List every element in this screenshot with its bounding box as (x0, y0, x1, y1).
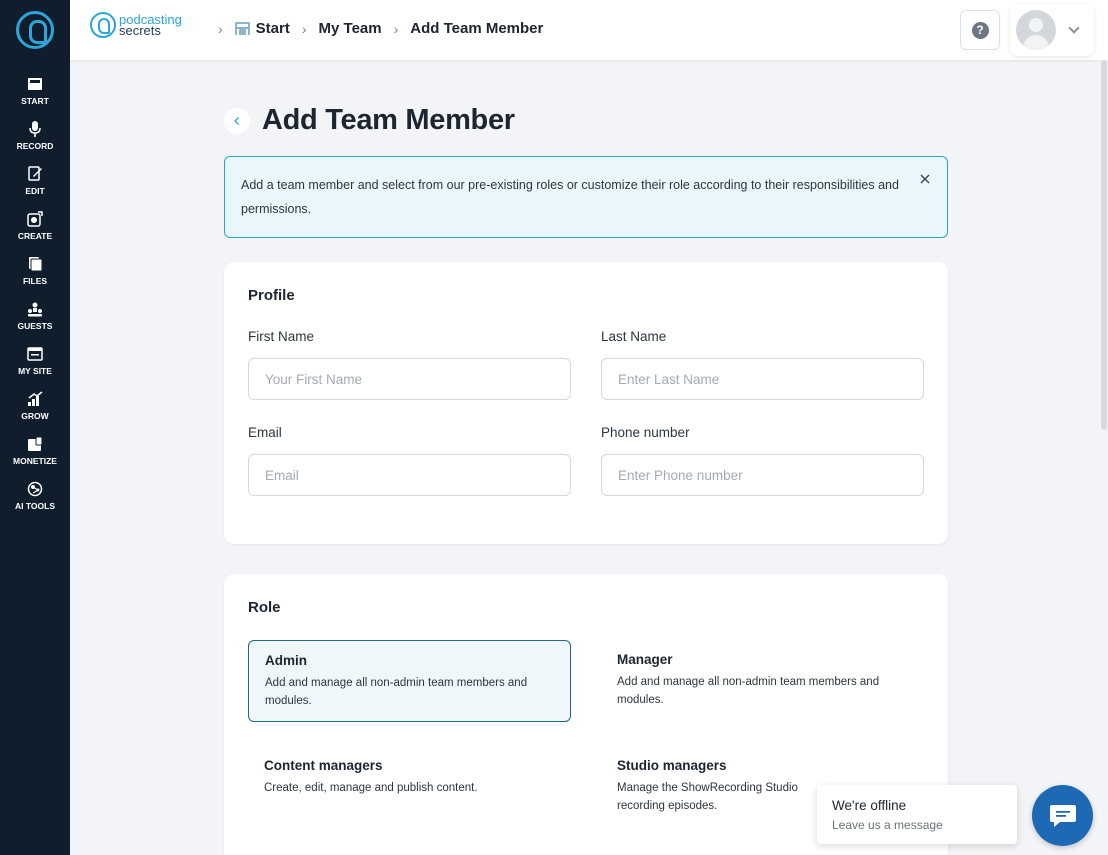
sidebar-item-label: START (21, 96, 49, 106)
first-name-input[interactable] (248, 358, 571, 400)
edit-icon (27, 166, 43, 182)
sidebar-item-edit[interactable]: EDIT (0, 164, 70, 209)
chat-offline-bubble[interactable]: We're offline Leave us a message (817, 785, 1017, 844)
last-name-label: Last Name (601, 329, 667, 344)
microphone-icon (27, 121, 43, 137)
breadcrumb-start-label: Start (255, 20, 290, 37)
role-description: Add and manage all non-admin team member… (265, 677, 528, 707)
breadcrumb-start[interactable]: Start (234, 20, 290, 37)
sidebar-item-label: MY SITE (18, 366, 52, 376)
profile-title: Profile (248, 287, 295, 304)
sidebar-nav: START RECORD EDIT CREATE FILES GUESTS MY… (0, 74, 70, 524)
sidebar-item-monetize[interactable]: MONETIZE (0, 434, 70, 479)
monetize-icon (27, 436, 43, 452)
app-logo-icon[interactable] (16, 11, 54, 49)
sidebar-item-label: CREATE (17, 231, 53, 241)
sidebar-item-label: FILES (22, 276, 48, 286)
sidebar-item-label: GUESTS (17, 321, 53, 331)
my-site-icon (27, 346, 43, 362)
email-input[interactable] (248, 454, 571, 496)
phone-label: Phone number (601, 425, 690, 440)
start-icon (27, 76, 43, 92)
sidebar-item-label: AI TOOLS (15, 501, 55, 511)
chat-launcher-button[interactable] (1032, 785, 1093, 846)
breadcrumb-chevron-icon: › (301, 20, 307, 37)
create-icon (27, 211, 43, 227)
sidebar-item-record[interactable]: RECORD (0, 119, 70, 164)
role-option-content-managers[interactable]: Content managers Create, edit, manage an… (248, 746, 571, 828)
help-icon: ? (971, 21, 989, 39)
close-icon[interactable] (917, 171, 933, 187)
role-name: Studio managers (617, 758, 727, 773)
breadcrumb-chevron-icon: › (218, 20, 223, 37)
help-button[interactable]: ? (960, 10, 1000, 50)
sidebar-item-label: RECORD (16, 141, 54, 151)
sidebar-item-label: MONETIZE (13, 456, 57, 466)
role-name: Manager (617, 652, 673, 667)
role-description: Create, edit, manage and publish content… (264, 782, 478, 794)
sidebar-item-files[interactable]: FILES (0, 254, 70, 299)
sidebar-item-label: EDIT (25, 186, 45, 196)
sidebar-item-grow[interactable]: GROW (0, 389, 70, 434)
breadcrumb-chevron-icon: › (393, 20, 399, 37)
role-description: Add and manage all non-admin team member… (617, 676, 880, 706)
brand-text: podcasting secrets (119, 13, 182, 37)
chevron-down-icon (1068, 22, 1080, 34)
sidebar-item-start[interactable]: START (0, 74, 70, 119)
start-icon (234, 22, 250, 35)
sidebar-item-ai-tools[interactable]: AI TOOLS (0, 479, 70, 524)
sidebar-item-label: GROW (21, 411, 49, 421)
page-scrollbar[interactable] (1100, 60, 1108, 855)
brand-logo[interactable]: podcasting secrets (90, 12, 182, 38)
first-name-label: First Name (248, 329, 315, 344)
role-title: Role (248, 599, 281, 616)
chat-subtitle: Leave us a message (832, 818, 943, 832)
files-icon (27, 256, 43, 272)
sidebar-item-my-site[interactable]: MY SITE (0, 344, 70, 389)
chat-icon (1049, 804, 1076, 827)
role-option-admin[interactable]: Admin Add and manage all non-admin team … (248, 640, 571, 722)
avatar (1016, 10, 1056, 50)
email-label: Email (248, 425, 282, 440)
grow-icon (27, 391, 43, 407)
scrollbar-thumb[interactable] (1101, 60, 1107, 430)
breadcrumb-my-team[interactable]: My Team (319, 20, 382, 37)
phone-input[interactable] (601, 454, 924, 496)
chevron-left-icon (234, 116, 239, 125)
role-option-manager[interactable]: Manager Add and manage all non-admin tea… (601, 640, 924, 722)
sidebar-item-create[interactable]: CREATE (0, 209, 70, 254)
top-header: podcasting secrets › Start › My Team › A… (70, 0, 1108, 60)
breadcrumb: › Start › My Team › Add Team Member (206, 20, 543, 37)
role-description: Manage the ShowRecording Studio recordin… (617, 782, 798, 812)
chat-title: We're offline (832, 798, 907, 813)
sidebar: START RECORD EDIT CREATE FILES GUESTS MY… (0, 0, 70, 855)
user-menu-button[interactable] (1010, 4, 1094, 56)
brand-mark-icon (90, 12, 116, 38)
page-title-row: Add Team Member (224, 104, 515, 137)
guests-icon (27, 301, 43, 317)
profile-card: Profile First Name Last Name Email Phone… (224, 262, 948, 544)
info-notice: Add a team member and select from our pr… (224, 156, 948, 238)
sidebar-item-guests[interactable]: GUESTS (0, 299, 70, 344)
page-title: Add Team Member (262, 104, 515, 136)
back-button[interactable] (224, 107, 250, 134)
breadcrumb-add-team-member: Add Team Member (410, 20, 544, 37)
role-name: Content managers (264, 758, 383, 773)
notice-text: Add a team member and select from our pr… (241, 178, 899, 216)
role-name: Admin (265, 653, 307, 668)
last-name-input[interactable] (601, 358, 924, 400)
ai-tools-icon (27, 481, 43, 497)
